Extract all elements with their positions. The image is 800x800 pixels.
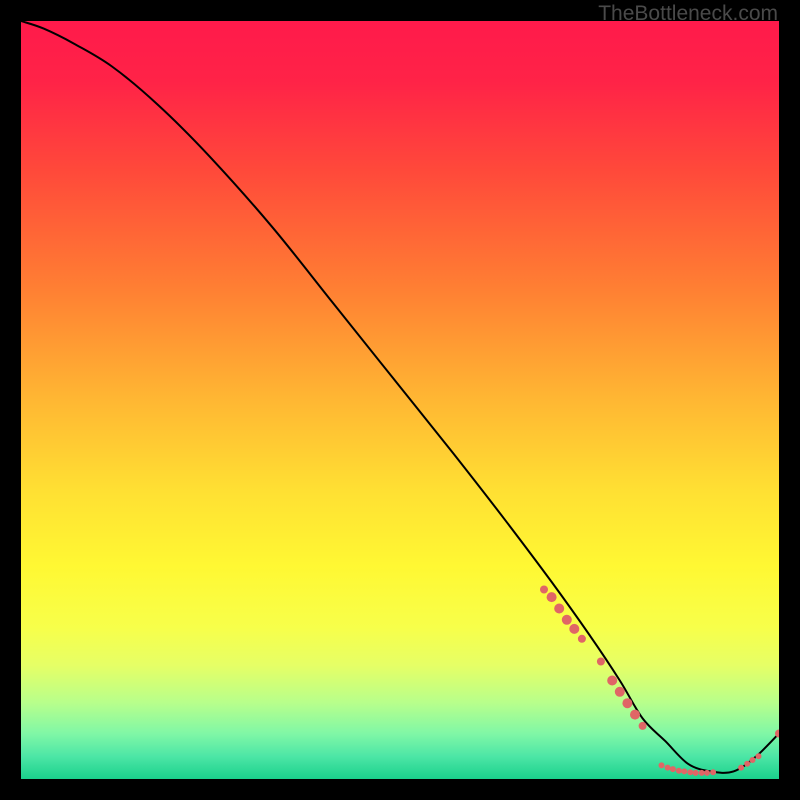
- chart-svg: [21, 21, 779, 779]
- data-point: [670, 766, 676, 772]
- data-point: [562, 615, 572, 625]
- data-point: [569, 624, 579, 634]
- bottleneck-curve: [21, 21, 779, 773]
- data-point: [676, 768, 682, 774]
- watermark-text: TheBottleneck.com: [598, 2, 778, 26]
- data-point: [639, 722, 647, 730]
- data-point: [738, 765, 744, 771]
- data-point: [615, 687, 625, 697]
- data-point: [597, 658, 605, 666]
- data-point: [756, 753, 762, 759]
- data-point: [540, 586, 548, 594]
- data-point: [554, 604, 564, 614]
- data-point: [578, 635, 586, 643]
- data-point: [699, 770, 705, 776]
- data-point: [665, 765, 671, 771]
- data-point: [687, 769, 693, 775]
- data-point: [630, 710, 640, 720]
- data-point: [750, 757, 756, 763]
- data-point: [744, 761, 750, 767]
- data-point: [547, 592, 557, 602]
- data-point: [681, 768, 687, 774]
- data-point: [622, 698, 632, 708]
- data-point: [704, 770, 710, 776]
- data-point: [659, 762, 665, 768]
- plot-area: [21, 21, 779, 779]
- data-point: [710, 769, 716, 775]
- data-point: [607, 676, 617, 686]
- data-point: [693, 770, 699, 776]
